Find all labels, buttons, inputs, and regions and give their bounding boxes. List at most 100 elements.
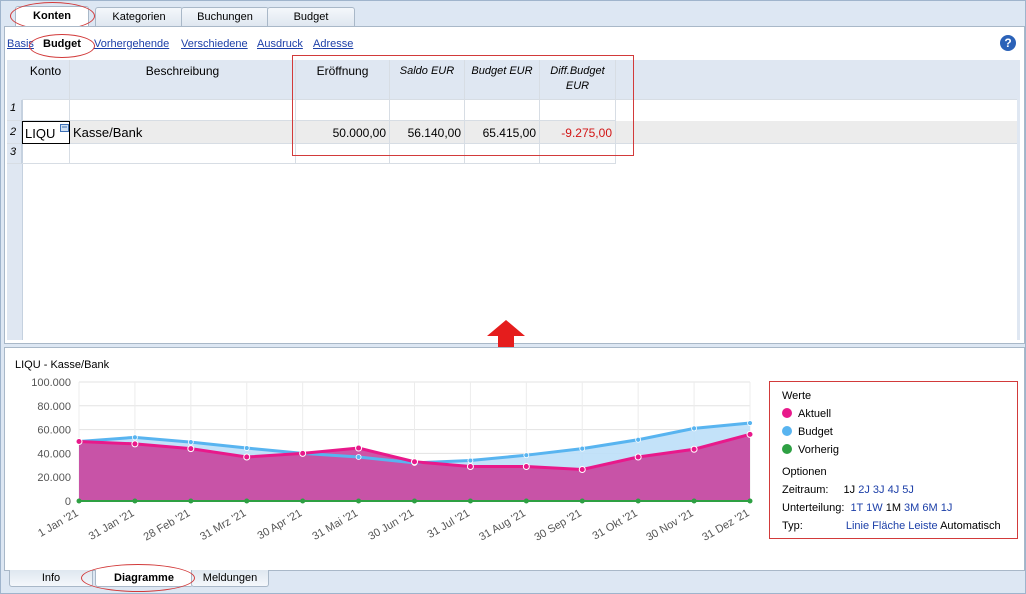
x-tick-label: 31 Mrz '21 [198, 507, 248, 543]
unterteilung-1t[interactable]: 1T [850, 502, 863, 514]
tab-meldungen[interactable]: Meldungen [191, 570, 269, 587]
aktuell-point [746, 430, 754, 438]
legend-title-werte: Werte [782, 390, 812, 402]
zeitraum-4j[interactable]: 4J [888, 484, 900, 496]
tab-info[interactable]: Info [9, 570, 93, 587]
zeitraum-2j[interactable]: 2J [858, 484, 870, 496]
table-cell[interactable]: Kasse/Bank [70, 121, 296, 144]
zeitraum-row: Zeitraum: 1J 2J 3J 4J 5J [782, 484, 914, 496]
x-tick-label: 30 Apr '21 [256, 507, 305, 542]
vorherig-point [412, 498, 417, 504]
legend-marker [782, 408, 792, 418]
vorherig-point [188, 498, 194, 504]
aktuell-point [355, 444, 363, 452]
accounts-table: Konto Beschreibung Eröffnung Saldo EUR B… [7, 60, 1020, 340]
table-cell[interactable] [390, 100, 465, 121]
chart-panel: LIQU - Kasse/Bank 0 20.000 40.000 60.000 80.… [4, 347, 1025, 571]
account-code: LIQU [25, 126, 56, 141]
column-header-diff-budget[interactable]: Diff.Budget EUR [540, 60, 616, 100]
table-cell[interactable] [22, 144, 70, 164]
y-tick-label: 60.000 [37, 425, 71, 437]
x-tick-label: 31 Okt '21 [591, 507, 640, 542]
budget-point [132, 434, 138, 441]
x-tick-label: 31 Mai '21 [310, 507, 360, 543]
budget-point [691, 425, 697, 432]
unterteilung-6m[interactable]: 6M [922, 502, 937, 514]
y-tick-label: 20.000 [37, 472, 71, 484]
table-cell[interactable] [465, 144, 540, 164]
table-cell[interactable] [540, 100, 616, 121]
tab-budget[interactable]: Budget [267, 7, 355, 26]
subtab-adresse[interactable]: Adresse [313, 38, 353, 50]
x-tick-label: 30 Jun '21 [366, 507, 416, 543]
unterteilung-label: Unterteilung: [782, 502, 845, 514]
typ-linie[interactable]: Linie [846, 520, 869, 532]
zeitraum-label: Zeitraum: [782, 484, 829, 496]
y-tick-label: 80.000 [37, 401, 71, 413]
column-header-budget[interactable]: Budget EUR [465, 60, 540, 100]
vorherig-point [300, 498, 306, 504]
table-cell[interactable] [70, 100, 296, 121]
column-header-konto[interactable]: Konto [22, 60, 70, 100]
subtab-basis[interactable]: Basis [7, 38, 34, 50]
table-cell[interactable] [390, 144, 465, 164]
legend-item-budget[interactable]: Budget [782, 426, 833, 438]
table-cell[interactable] [540, 144, 616, 164]
legend-item-vorherig[interactable]: Vorherig [782, 444, 839, 456]
chart-plot: 0 20.000 40.000 60.000 80.000 100.000 1 Jan '2… [31, 377, 754, 544]
vorherig-point [356, 498, 362, 504]
unterteilung-3m[interactable]: 3M [904, 502, 919, 514]
row-number: 3 [7, 144, 22, 164]
account-cell-selected[interactable]: LIQU [22, 121, 70, 144]
budget-point [579, 445, 586, 452]
accounts-panel: Basis Budget Vorhergehende Verschiedene … [4, 26, 1025, 344]
unterteilung-row: Unterteilung: 1T 1W 1M 3M 6M 1J [782, 502, 952, 514]
zeitraum-1j[interactable]: 1J [844, 484, 856, 496]
vorherig-point [76, 498, 82, 504]
zeitraum-5j[interactable]: 5J [902, 484, 914, 496]
typ-automatisch[interactable]: Automatisch [940, 520, 1001, 532]
account-edit-icon[interactable] [60, 122, 69, 132]
legend-label: Vorherig [798, 444, 839, 456]
subtab-budget[interactable]: Budget [43, 38, 81, 50]
subtab-vorhergehende[interactable]: Vorhergehende [94, 38, 169, 50]
tab-diagramme[interactable]: Diagramme [95, 570, 193, 587]
unterteilung-1m[interactable]: 1M [886, 502, 901, 514]
typ-flaeche[interactable]: Fläche [872, 520, 905, 532]
budget-point [635, 436, 642, 443]
column-header-eroeffnung[interactable]: Eröffnung [296, 60, 390, 100]
unterteilung-1w[interactable]: 1W [866, 502, 883, 514]
legend-label: Aktuell [798, 408, 832, 420]
legend-label: Budget [798, 426, 833, 438]
tab-buchungen[interactable]: Buchungen [181, 7, 269, 26]
column-header-beschreibung[interactable]: Beschreibung [70, 60, 296, 100]
table-cell-diff[interactable]: -9.275,00 [540, 121, 616, 144]
table-cell[interactable]: 65.415,00 [465, 121, 540, 144]
vorherig-point [579, 498, 585, 504]
budget-point [187, 439, 194, 445]
unterteilung-1j[interactable]: 1J [941, 502, 953, 514]
aktuell-point [466, 462, 474, 470]
column-header-saldo[interactable]: Saldo EUR [390, 60, 465, 100]
zeitraum-3j[interactable]: 3J [873, 484, 885, 496]
subtab-verschiedene[interactable]: Verschiedene [181, 38, 248, 50]
table-cell[interactable] [465, 100, 540, 121]
tab-konten[interactable]: Konten [15, 6, 89, 27]
table-cell[interactable]: 56.140,00 [390, 121, 465, 144]
table-cell[interactable] [296, 100, 390, 121]
subtab-ausdruck[interactable]: Ausdruck [257, 38, 303, 50]
table-cell[interactable]: 50.000,00 [296, 121, 390, 144]
budget-point [747, 420, 753, 426]
typ-label: Typ: [782, 520, 803, 532]
x-tick-label: 31 Aug '21 [477, 507, 528, 543]
table-cell[interactable] [70, 144, 296, 164]
table-cell[interactable] [22, 100, 70, 121]
aktuell-point [75, 438, 83, 445]
typ-leiste[interactable]: Leiste [908, 520, 937, 532]
aktuell-point [243, 453, 251, 461]
vorherig-point [691, 498, 697, 504]
help-icon[interactable]: ? [1000, 35, 1016, 51]
tab-kategorien[interactable]: Kategorien [95, 7, 183, 26]
legend-item-aktuell[interactable]: Aktuell [782, 408, 831, 420]
table-cell[interactable] [296, 144, 390, 164]
